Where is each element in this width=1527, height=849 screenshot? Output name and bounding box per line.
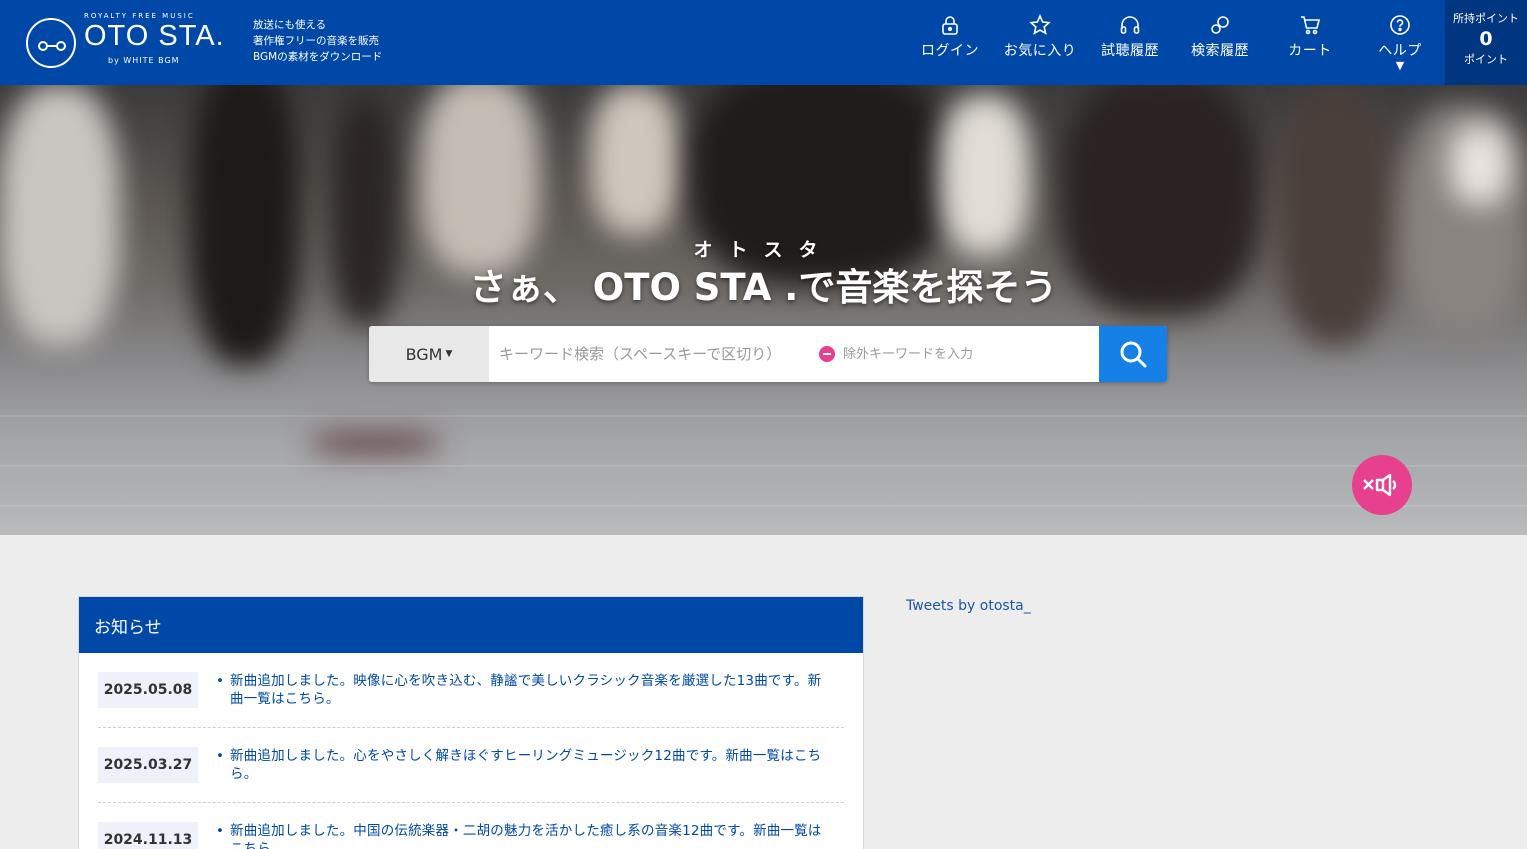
cart-icon xyxy=(1301,16,1321,35)
header-nav: ログイン お気に入り 試聴履歴 検索履歴 カート ヘルプ ▼ xyxy=(905,0,1445,85)
hero-title: さぁ、 OTO STA .で音楽を探そう xyxy=(469,266,1058,309)
list-item: 2025.05.08 新曲追加しました。映像に心を吹き込む、静謐で美しいクラシッ… xyxy=(98,653,844,728)
notice-title: お知らせ xyxy=(79,597,863,653)
notice-panel: お知らせ 2025.05.08 新曲追加しました。映像に心を吹き込む、静謐で美し… xyxy=(78,596,864,849)
glasses-icon xyxy=(38,41,66,51)
tagline-line: 著作権フリーの音楽を販売 xyxy=(253,35,379,47)
mute-toggle-button[interactable] xyxy=(1352,455,1412,515)
logo-circle xyxy=(26,18,76,68)
hero-road-stripe xyxy=(0,465,1527,467)
logo-main-text: OTO STA. xyxy=(84,20,225,52)
chevron-down-icon: ▼ xyxy=(1395,59,1405,72)
points-value: 0 xyxy=(1479,28,1493,50)
notice-link[interactable]: 新曲追加しました。映像に心を吹き込む、静謐で美しいクラシック音楽を厳選した13曲… xyxy=(216,672,826,708)
search-bar: BGM ▼ xyxy=(369,326,1167,382)
notice-date: 2025.03.27 xyxy=(98,747,198,783)
nav-listening-history-label: 試聴履歴 xyxy=(1101,43,1159,59)
site-logo[interactable]: ROYALTY FREE MUSIC OTO STA. by WHITE BGM xyxy=(26,10,226,74)
search-history-icon xyxy=(1211,16,1229,34)
nav-login[interactable]: ログイン xyxy=(905,0,995,85)
notice-list: 2025.05.08 新曲追加しました。映像に心を吹き込む、静謐で美しいクラシッ… xyxy=(79,653,863,849)
search-button[interactable] xyxy=(1099,326,1167,382)
points-panel[interactable]: 所持ポイント 0 ポイント xyxy=(1445,0,1527,85)
tagline-line: BGMの素材をダウンロード xyxy=(253,51,383,63)
nav-favorites[interactable]: お気に入り xyxy=(995,0,1085,85)
logo-top-text: ROYALTY FREE MUSIC xyxy=(84,12,195,20)
points-label: 所持ポイント xyxy=(1453,12,1519,25)
list-item: 2024.11.13 新曲追加しました。中国の伝統楽器・二胡の魅力を活かした癒し… xyxy=(98,803,844,849)
search-icon xyxy=(1120,341,1147,368)
hero-road-stripe xyxy=(0,505,1527,507)
tweets-link[interactable]: Tweets by otosta_ xyxy=(906,598,1031,614)
nav-help[interactable]: ヘルプ ▼ xyxy=(1355,0,1445,85)
help-icon xyxy=(1390,15,1410,35)
hero-bg-shape xyxy=(940,95,1030,255)
site-header: ROYALTY FREE MUSIC OTO STA. by WHITE BGM… xyxy=(0,0,1527,85)
notice-date: 2024.11.13 xyxy=(98,822,198,849)
tagline: 放送にも使える 著作権フリーの音楽を販売 BGMの素材をダウンロード xyxy=(253,17,382,65)
logo-by-text: by WHITE BGM xyxy=(108,56,180,65)
notice-date: 2025.05.08 xyxy=(98,672,198,708)
lock-icon xyxy=(942,16,958,35)
nav-help-label: ヘルプ xyxy=(1378,43,1422,59)
hero-road-stripe xyxy=(0,415,1527,417)
speaker-mute-icon xyxy=(1363,473,1397,497)
exclude-keyword-input[interactable] xyxy=(843,326,1093,382)
nav-listening-history[interactable]: 試聴履歴 xyxy=(1085,0,1175,85)
tagline-line: 放送にも使える xyxy=(253,19,327,31)
nav-cart[interactable]: カート xyxy=(1265,0,1355,85)
headphones-icon xyxy=(1120,16,1140,34)
keyword-search-input[interactable] xyxy=(489,326,819,382)
hero-bg-shape xyxy=(1450,125,1510,205)
exclude-keyword-field xyxy=(819,326,1099,382)
nav-cart-label: カート xyxy=(1288,43,1332,59)
search-category-dropdown[interactable]: BGM ▼ xyxy=(369,326,489,382)
chevron-down-icon: ▼ xyxy=(445,349,453,359)
nav-favorites-label: お気に入り xyxy=(1003,43,1077,59)
notice-link[interactable]: 新曲追加しました。中国の伝統楽器・二胡の魅力を活かした癒し系の音楽12曲です。新… xyxy=(216,822,826,849)
nav-search-history-label: 検索履歴 xyxy=(1191,43,1249,59)
nav-search-history[interactable]: 検索履歴 xyxy=(1175,0,1265,85)
hero-banner: オトスタ さぁ、 OTO STA .で音楽を探そう BGM ▼ xyxy=(0,85,1527,535)
hero-bg-shape xyxy=(190,85,300,365)
nav-login-label: ログイン xyxy=(921,43,979,59)
points-unit: ポイント xyxy=(1464,53,1508,66)
notice-link[interactable]: 新曲追加しました。心をやさしく解きほぐすヒーリングミュージック12曲です。新曲一… xyxy=(216,747,826,783)
hero-bg-shape xyxy=(590,85,680,235)
minus-circle-icon xyxy=(819,346,835,362)
hero-bg-shape xyxy=(310,435,440,451)
list-item: 2025.03.27 新曲追加しました。心をやさしく解きほぐすヒーリングミュージ… xyxy=(98,728,844,803)
search-category-label: BGM xyxy=(405,344,443,364)
star-icon xyxy=(1029,14,1051,35)
